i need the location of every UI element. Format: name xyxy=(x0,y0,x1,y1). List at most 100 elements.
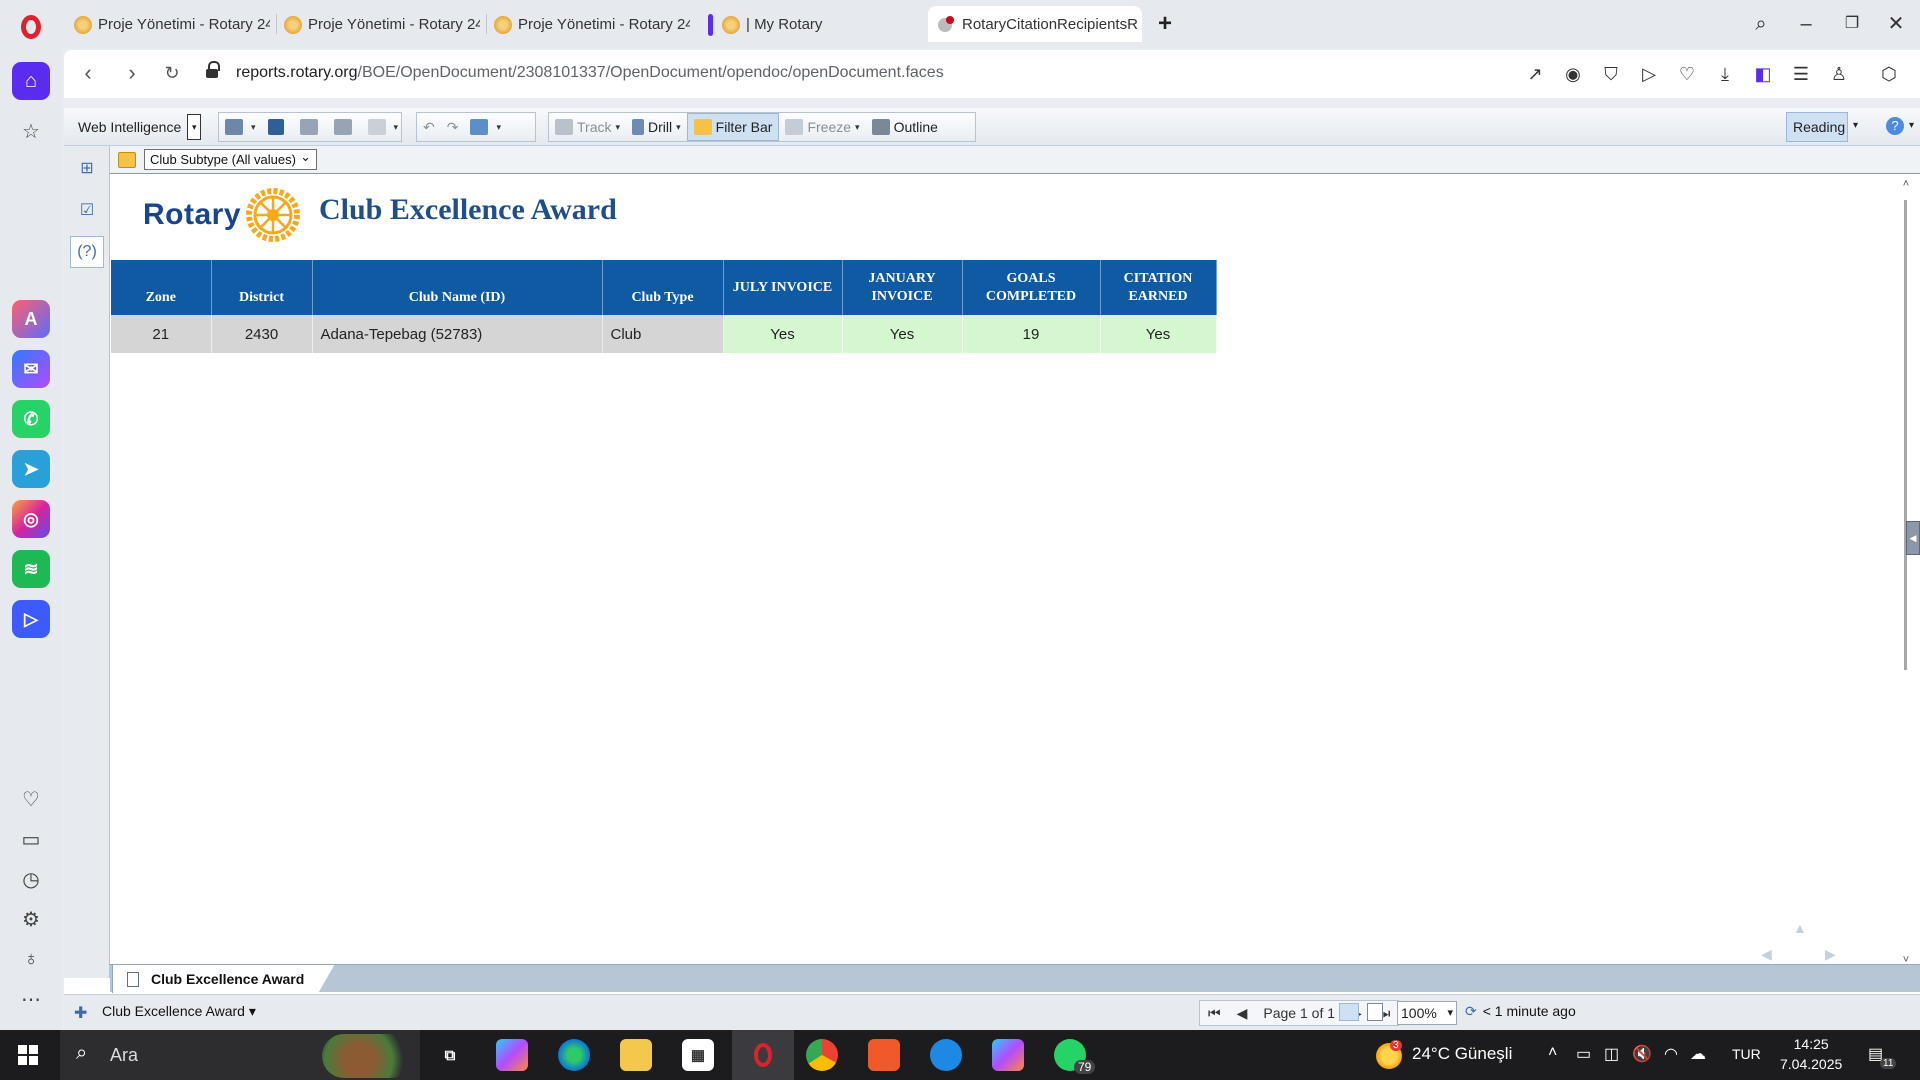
document-structure-icon[interactable]: ⊞ xyxy=(70,152,104,184)
minimize-button[interactable]: – xyxy=(1791,10,1821,38)
lock-icon[interactable] xyxy=(206,61,220,80)
club-subtype-filter-select[interactable]: Club Subtype (All values) xyxy=(144,147,317,170)
instagram-icon[interactable]: ◎ xyxy=(12,500,50,538)
help-icon[interactable]: ? xyxy=(1886,117,1904,135)
file-explorer-icon[interactable] xyxy=(620,1039,652,1071)
star-icon[interactable]: ☆ xyxy=(18,118,44,144)
reading-mode-button[interactable]: Reading xyxy=(1786,112,1848,142)
sublime-icon[interactable] xyxy=(868,1039,900,1071)
aria-sidebar-icon[interactable]: ◧ xyxy=(1752,63,1774,85)
filter-funnel-icon[interactable] xyxy=(118,152,136,168)
task-view-icon[interactable]: ⧉ xyxy=(434,1039,466,1071)
new-tab-button[interactable]: + xyxy=(1152,12,1178,38)
easy-setup-icon[interactable]: ☰ xyxy=(1790,63,1812,85)
whatsapp-icon[interactable]: ✆ xyxy=(12,400,50,438)
filter-bar-button[interactable]: Filter Bar xyxy=(686,113,780,141)
arrow-up-icon[interactable]: ▲ xyxy=(1793,920,1807,936)
refresh-data-button[interactable]: ▾ xyxy=(464,113,507,141)
opera-taskbar-icon[interactable] xyxy=(747,1039,779,1071)
edge-icon[interactable] xyxy=(558,1039,590,1071)
print-button[interactable]: ▾ xyxy=(219,113,262,141)
report-map-icon[interactable]: ✚ xyxy=(74,1003,92,1022)
more-icon[interactable]: ⋯ xyxy=(18,986,44,1012)
input-controls-icon[interactable]: ☑ xyxy=(70,194,104,226)
reading-mode-dropdown-icon[interactable]: ▾ xyxy=(1853,120,1858,131)
history-icon[interactable]: ◷ xyxy=(18,866,44,892)
right-panel-toggle[interactable]: ◀ xyxy=(1906,521,1920,555)
forward-button[interactable]: › xyxy=(120,62,144,86)
search-tabs-icon[interactable]: ⌕ xyxy=(1746,10,1776,38)
telegram-icon[interactable]: ➤ xyxy=(12,450,50,488)
close-window-button[interactable]: ✕ xyxy=(1881,10,1911,38)
microsoft-store-icon[interactable]: ▦ xyxy=(682,1039,714,1071)
redo-button[interactable]: ↷ xyxy=(441,113,465,141)
play-icon[interactable]: ▷ xyxy=(1638,63,1660,85)
report-tab-club-excellence[interactable]: Club Excellence Award xyxy=(112,965,334,993)
taskbar-search[interactable]: ⌕ Ara xyxy=(60,1030,420,1080)
app-menu-dropdown-icon[interactable]: ▾ xyxy=(187,114,202,140)
home-icon[interactable]: ⌂ xyxy=(12,62,50,100)
freeze-button[interactable]: Freeze ▾ xyxy=(779,113,865,141)
undo-button[interactable]: ↶ xyxy=(417,113,441,141)
arrow-left-icon[interactable]: ◀ xyxy=(1761,946,1772,963)
thunderbird-icon[interactable] xyxy=(930,1039,962,1071)
taskbar-clock[interactable]: 14:25 7.04.2025 xyxy=(1780,1034,1842,1074)
windows-start-icon[interactable] xyxy=(18,1045,38,1065)
messenger-icon[interactable]: ✉ xyxy=(12,350,50,388)
share-icon[interactable]: ↗ xyxy=(1524,63,1546,85)
profile-icon[interactable]: ♙ xyxy=(1828,63,1850,85)
chevron-up-icon[interactable]: ˄ xyxy=(1548,1044,1557,1062)
heart-icon[interactable]: ♡ xyxy=(18,786,44,812)
scrollbar-thumb[interactable] xyxy=(1904,200,1907,670)
settings-icon[interactable]: ⚙ xyxy=(18,906,44,932)
download-icon[interactable]: ⤓ xyxy=(1714,63,1736,85)
outline-button[interactable]: Outline xyxy=(866,113,944,141)
export-button[interactable] xyxy=(328,113,362,141)
browser-tab-3[interactable]: Proje Yönetimi - Rotary 24 xyxy=(484,6,690,42)
help-dropdown-icon[interactable]: ▾ xyxy=(1909,120,1914,131)
back-button[interactable]: ‹ xyxy=(76,62,100,86)
copilot-icon[interactable] xyxy=(496,1039,528,1071)
url-field[interactable]: reports.rotary.org/BOE/OpenDocument/2308… xyxy=(236,64,944,82)
battery-icon[interactable]: ▭ xyxy=(1576,1044,1591,1064)
player-icon[interactable]: ▷ xyxy=(12,600,50,638)
browser-tab-1[interactable]: Proje Yönetimi - Rotary 24 xyxy=(64,6,270,42)
page-mode-icon[interactable] xyxy=(1367,1003,1383,1021)
first-page-button[interactable]: ⏮ xyxy=(1200,1005,1229,1022)
wifi-icon[interactable]: ◠ xyxy=(1664,1044,1678,1064)
spotify-icon[interactable]: ≋ xyxy=(12,550,50,588)
aria-icon[interactable]: A xyxy=(12,300,50,338)
shield-icon[interactable]: ⛉ xyxy=(1600,63,1622,85)
snapshot-icon[interactable]: ▭ xyxy=(18,826,44,852)
arrow-right-icon[interactable]: ▶ xyxy=(1825,946,1836,963)
reload-button[interactable]: ↻ xyxy=(160,62,184,86)
find-button[interactable] xyxy=(262,113,294,141)
zoom-select[interactable]: 100% xyxy=(1397,1001,1457,1025)
heart-icon[interactable]: ♡ xyxy=(1676,63,1698,85)
lightbulb-icon[interactable]: ♁ xyxy=(18,946,44,972)
scroll-up-icon[interactable]: ˄ xyxy=(1900,178,1912,190)
camera-icon[interactable]: ◉ xyxy=(1562,63,1584,85)
weather-text[interactable]: 24°C Güneşli xyxy=(1412,1044,1512,1064)
quick-display-mode-icon[interactable] xyxy=(1339,1003,1359,1021)
browser-tab-4[interactable]: | My Rotary xyxy=(704,6,922,42)
camera-status-icon[interactable]: ◫ xyxy=(1604,1044,1619,1064)
browser-tab-2[interactable]: Proje Yönetimi - Rotary 24 xyxy=(274,6,480,42)
drill-button[interactable]: Drill ▾ xyxy=(626,113,687,141)
m365-icon[interactable] xyxy=(992,1039,1024,1071)
previous-page-button[interactable]: ◀ xyxy=(1229,1005,1256,1022)
onedrive-icon[interactable]: ☁ xyxy=(1690,1044,1706,1064)
report-selector[interactable]: Club Excellence Award ▾ xyxy=(102,1003,256,1020)
email-button[interactable]: ▾ xyxy=(362,113,405,141)
opera-logo-icon[interactable] xyxy=(16,12,46,42)
restore-button[interactable]: ❐ xyxy=(1837,10,1867,38)
report-scrollbar[interactable]: ˄ ˅ xyxy=(1900,178,1912,968)
track-changes-button[interactable] xyxy=(294,113,328,141)
speaker-muted-icon[interactable]: 🔇 xyxy=(1632,1044,1652,1064)
extensions-icon[interactable]: ⬡ xyxy=(1878,63,1900,85)
track-button[interactable]: Track ▾ xyxy=(549,113,626,141)
document-summary-icon[interactable]: (?) xyxy=(70,236,104,268)
chrome-icon[interactable] xyxy=(806,1039,838,1071)
browser-tab-active[interactable]: RotaryCitationRecipientsR xyxy=(928,6,1142,42)
language-indicator[interactable]: TUR xyxy=(1732,1046,1761,1062)
